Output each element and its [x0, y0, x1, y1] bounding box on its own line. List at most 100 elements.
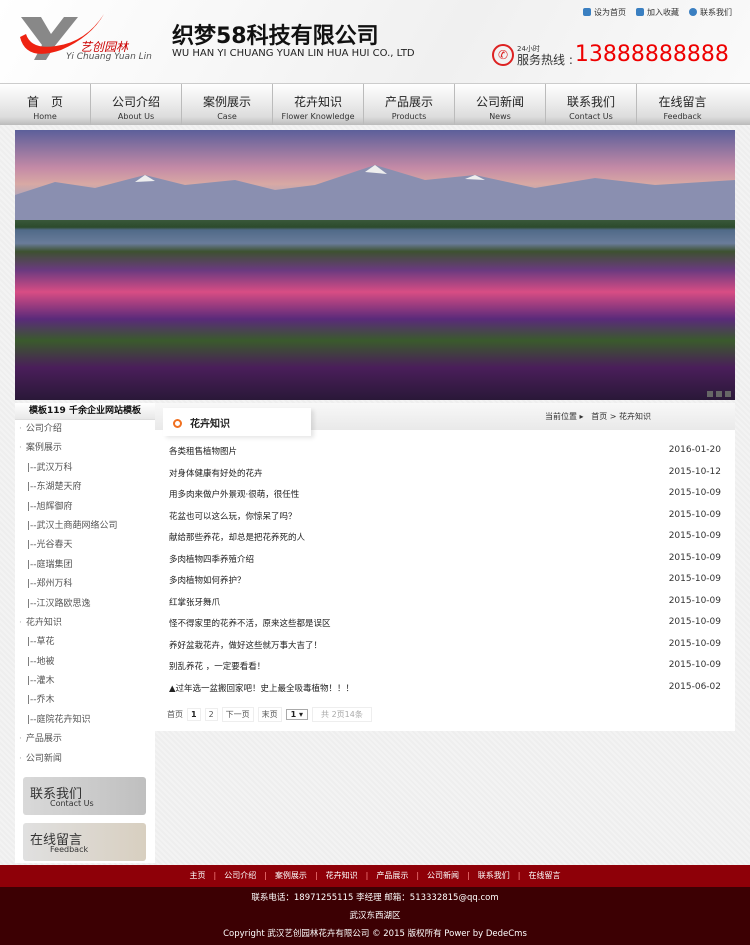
sidebar-item[interactable]: |--光谷春天 — [15, 536, 155, 555]
separator: | — [264, 871, 267, 880]
article-date: 2015-10-12 — [668, 466, 721, 477]
article-row[interactable]: 多肉植物如何养护？ 2015-10-09 — [169, 574, 721, 596]
sidebar-item[interactable]: 公司介绍 — [15, 420, 155, 439]
article-title[interactable]: 别乱养花 ，一定要看看！ — [169, 660, 265, 682]
sidebar-item[interactable]: |--江汉路欧思逸 — [15, 595, 155, 614]
page-2[interactable]: 2 — [204, 708, 218, 721]
page-select[interactable]: 1 ▾ — [285, 709, 309, 720]
article-title[interactable]: 怪不得家里的花养不活，原来这些都是误区 — [169, 617, 331, 639]
sidebar-item[interactable]: |--武汉土商葩网络公司 — [15, 517, 155, 536]
sidebar-item[interactable]: |--乔木 — [15, 691, 155, 710]
chat-icon — [689, 8, 697, 16]
slide-dot[interactable] — [725, 391, 731, 397]
separator: | — [416, 871, 420, 880]
phone-icon: ✆ — [492, 43, 514, 66]
nav-label-cn: 在线留言 — [658, 95, 707, 109]
bookmark-icon — [636, 8, 644, 16]
nav-item[interactable]: 在线留言 Feedback — [637, 84, 728, 125]
article-date: 2015-10-09 — [668, 595, 721, 606]
sidebar-item[interactable]: |--东湖楚天府 — [15, 478, 155, 497]
article-title[interactable]: ▲过年选一盆搬回家吧！史上最全吸毒植物！！！ — [169, 682, 354, 704]
sidebar-item[interactable]: |--地被 — [15, 653, 155, 672]
article-row[interactable]: 对身体健康有好处的花卉 2015-10-12 — [169, 467, 721, 489]
hotline: ✆ 24小时 服务热线 : 13888888888 — [492, 42, 729, 67]
sidebar-item[interactable]: |--郑州万科 — [15, 575, 155, 594]
page-1[interactable]: 1 — [187, 708, 201, 721]
nav-item[interactable]: 公司新闻 News — [455, 84, 546, 125]
article-title[interactable]: 红掌张牙舞爪 — [169, 596, 220, 618]
nav-label-en: Feedback — [663, 112, 702, 121]
feedback-banner[interactable]: 在线留言 Feedback — [23, 823, 146, 862]
footer-link[interactable]: 案例展示 — [275, 871, 307, 880]
article-row[interactable]: 各类租售植物图片 2016-01-20 — [169, 445, 721, 467]
sidebar-item[interactable]: 案例展示 — [15, 439, 155, 458]
article-title[interactable]: 多肉植物如何养护？ — [169, 574, 246, 596]
footer-link[interactable]: 产品展示 — [376, 871, 408, 880]
sidebar-item[interactable]: 产品展示 — [15, 730, 155, 749]
sidebar-item[interactable]: |--灌木 — [15, 672, 155, 691]
article-row[interactable]: 红掌张牙舞爪 2015-10-09 — [169, 596, 721, 618]
footer-link[interactable]: 花卉知识 — [326, 871, 358, 880]
nav-item[interactable]: 案例展示 Case — [182, 84, 273, 125]
footer-link[interactable]: 联系我们 — [478, 871, 510, 880]
section-title: 花卉知识 — [190, 419, 230, 430]
article-row[interactable]: 多肉植物四季养殖介绍 2015-10-09 — [169, 553, 721, 575]
contact-us-banner[interactable]: 联系我们 Contact Us — [23, 777, 146, 816]
sidebar-item[interactable]: |--庭瑞集团 — [15, 556, 155, 575]
breadcrumb-path[interactable]: 首页 > 花卉知识 — [591, 412, 651, 421]
ad-subtitle: Contact Us — [50, 799, 94, 809]
article-title[interactable]: 花盆也可以这么玩，你惊呆了吗？ — [169, 510, 297, 532]
contact-link[interactable]: 联系我们 — [689, 7, 732, 18]
article-title[interactable]: 各类租售植物图片 — [169, 445, 237, 467]
article-row[interactable]: 怪不得家里的花养不活，原来这些都是误区 2015-10-09 — [169, 617, 721, 639]
breadcrumb: 当前位置 ▸ 首页 > 花卉知识 — [545, 411, 651, 422]
hotline-label-text: 服务热线 : — [517, 52, 573, 67]
article-date: 2015-10-09 — [668, 660, 721, 670]
mountains-graphic — [15, 165, 735, 220]
next-page-link[interactable]: 下一页 — [221, 707, 254, 722]
article-row[interactable]: 用多肉来做户外景观·很萌，很任性 2015-10-09 — [169, 488, 721, 510]
nav-label-en: Home — [33, 112, 57, 121]
article-title[interactable]: 对身体健康有好处的花卉 — [169, 467, 263, 489]
article-title[interactable]: 养好盆栽花卉，做好这些就万事大吉了！ — [169, 639, 322, 661]
sidebar-item[interactable]: 公司新闻 — [15, 750, 155, 769]
footer-link[interactable]: 公司新闻 — [427, 871, 459, 880]
nav-item[interactable]: 首 页 Home — [0, 84, 91, 125]
nav-item[interactable]: 产品展示 Products — [364, 84, 455, 125]
footer-nav: 主页 | 公司介绍 | 案例展示 | 花卉知识 | 产品展示 | 公司新闻 | 联系我们 | 在线留言 — [0, 865, 750, 887]
footer-link[interactable]: 在线留言 — [528, 871, 560, 880]
slide-dot[interactable] — [716, 391, 722, 397]
sidebar-item[interactable]: |--庭院花卉知识 — [15, 711, 155, 730]
article-list: 各类租售植物图片 2016-01-20 对身体健康有好处的花卉 2015-10-12 用… — [169, 445, 721, 703]
sidebar-item[interactable]: 花卉知识 — [15, 614, 155, 633]
sidebar-item[interactable]: |--旭辉御府 — [15, 498, 155, 517]
top-links: 设为首页 加入收藏 联系我们 — [583, 7, 732, 18]
article-row[interactable]: 别乱养花 ，一定要看看！ 2015-10-09 — [169, 660, 721, 682]
article-row[interactable]: ▲过年选一盆搬回家吧！史上最全吸毒植物！！！ 2015-06-02 — [169, 682, 721, 704]
footer-link[interactable]: 主页 — [190, 871, 206, 880]
breadcrumb-label: 当前位置 ▸ — [545, 412, 584, 421]
separator: | — [467, 871, 470, 880]
set-homepage-link[interactable]: 设为首页 — [583, 7, 626, 18]
first-page-link[interactable]: 首页 — [167, 709, 183, 720]
slide-dot[interactable] — [707, 391, 713, 397]
last-page-link[interactable]: 末页 — [257, 707, 282, 722]
nav-item[interactable]: 花卉知识 Flower Knowledge — [273, 84, 364, 125]
article-row[interactable]: 献给那些养花，却总是把花养死的人 2015-10-09 — [169, 531, 721, 553]
sidebar-item[interactable]: |--武汉万科 — [15, 459, 155, 478]
nav-label-cn: 联系我们 — [566, 95, 615, 109]
hotline-number: 13888888888 — [574, 42, 729, 67]
circle-icon — [173, 419, 182, 428]
footer-link[interactable]: 公司介绍 — [224, 871, 256, 880]
article-row[interactable]: 养好盆栽花卉，做好这些就万事大吉了！ 2015-10-09 — [169, 639, 721, 661]
footer: 联系电话：18971255115 李经理 邮箱：513332815@qq.com… — [0, 887, 750, 945]
article-row[interactable]: 花盆也可以这么玩，你惊呆了吗？ 2015-10-09 — [169, 510, 721, 532]
article-date: 2015-06-02 — [668, 681, 721, 692]
nav-item[interactable]: 联系我们 Contact Us — [546, 84, 637, 125]
nav-item[interactable]: 公司介绍 About Us — [91, 84, 182, 125]
sidebar-item[interactable]: |--草花 — [15, 633, 155, 652]
article-title[interactable]: 用多肉来做户外景观·很萌，很任性 — [169, 488, 299, 510]
bookmark-link[interactable]: 加入收藏 — [636, 7, 679, 18]
article-title[interactable]: 多肉植物四季养殖介绍 — [169, 553, 254, 575]
article-title[interactable]: 献给那些养花，却总是把花养死的人 — [169, 531, 305, 553]
